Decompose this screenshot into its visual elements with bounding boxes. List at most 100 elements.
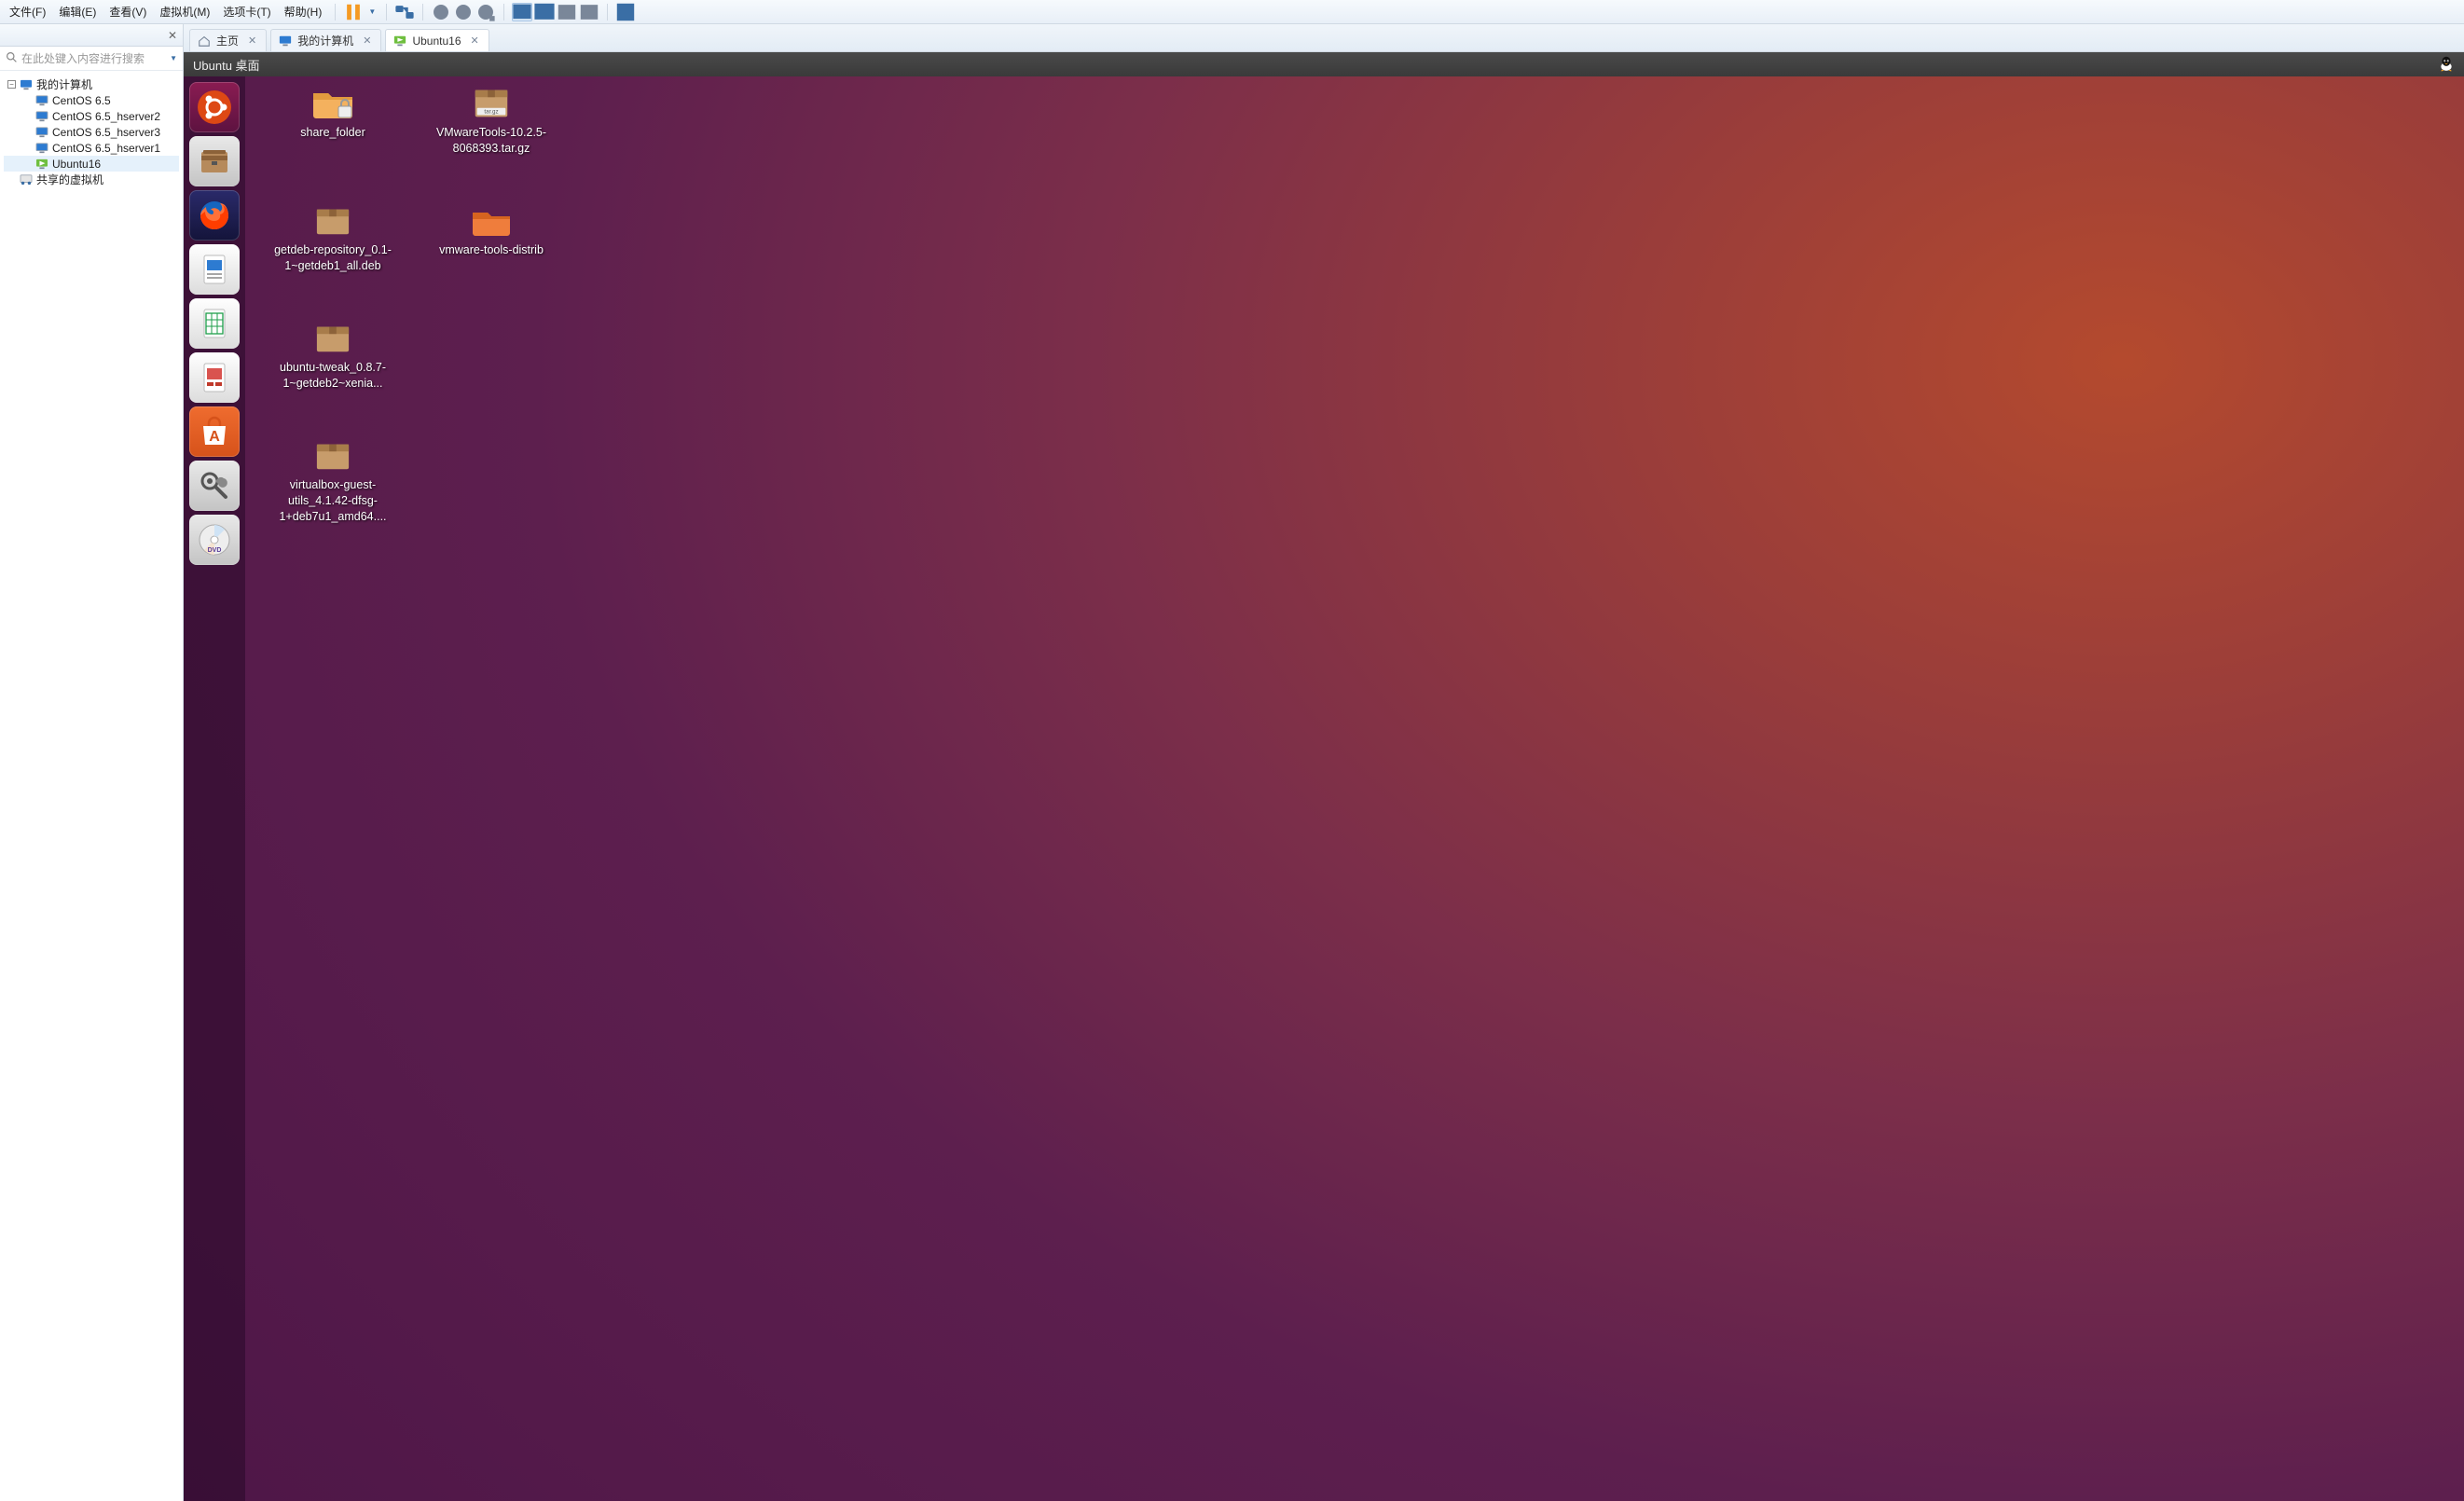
folder-icon [469, 201, 514, 239]
launcher-writer[interactable] [189, 244, 240, 295]
desktop-item-label: VMwareTools-10.2.5-8068393.tar.gz [421, 125, 561, 157]
close-icon[interactable]: ✕ [248, 34, 256, 47]
firefox-icon [196, 197, 233, 234]
launcher-dash[interactable] [189, 82, 240, 132]
desktop-item-virtualbox-guest-utils[interactable]: virtualbox-guest-utils_4.1.42-dfsg-1+deb… [258, 436, 407, 548]
tree-root-shared[interactable]: 共享的虚拟机 [4, 172, 179, 187]
vm-view: Ubuntu 桌面 [184, 52, 2464, 1501]
desktop-item-vmwaretools-targz[interactable]: tar.gz VMwareTools-10.2.5-8068393.tar.gz [417, 84, 566, 196]
launcher-impress[interactable] [189, 352, 240, 403]
tab-my-computer[interactable]: 我的计算机 ✕ [270, 29, 381, 51]
search-input[interactable] [21, 52, 166, 65]
unity-launcher: A DVD [184, 76, 245, 1501]
tree-label: 我的计算机 [36, 76, 92, 92]
tree-vm-hserver2[interactable]: CentOS 6.5_hserver2 [4, 108, 179, 124]
launcher-files[interactable] [189, 136, 240, 186]
send-keys-button[interactable] [394, 3, 415, 21]
close-icon[interactable]: ✕ [363, 34, 371, 47]
launcher-settings[interactable] [189, 461, 240, 511]
tab-label: 主页 [216, 33, 239, 48]
tab-label: 我的计算机 [297, 33, 353, 48]
launcher-software[interactable]: A [189, 406, 240, 457]
snapshot-revert-button[interactable] [453, 3, 474, 21]
vm-icon [35, 127, 48, 138]
desktop-item-label: ubuntu-tweak_0.8.7-1~getdeb2~xenia... [263, 360, 403, 392]
tree-label: CentOS 6.5_hserver2 [52, 110, 160, 123]
tree-label: CentOS 6.5 [52, 94, 111, 107]
computer-icon [20, 79, 33, 90]
tree-vm-centos65[interactable]: CentOS 6.5 [4, 92, 179, 108]
close-icon[interactable]: ✕ [471, 34, 479, 47]
guest-title: Ubuntu 桌面 [193, 56, 260, 74]
tree-label: CentOS 6.5_hserver1 [52, 142, 160, 155]
svg-text:DVD: DVD [208, 547, 222, 554]
desktop-item-getdeb-repository[interactable]: getdeb-repository_0.1-1~getdeb1_all.deb [258, 201, 407, 313]
launcher-dvd[interactable]: DVD [189, 515, 240, 565]
menu-file[interactable]: 文件(F) [4, 2, 51, 21]
vm-icon [35, 111, 48, 122]
desktop-icons: share_folder tar.gz VMwareTools-10.2.5-8… [258, 84, 2464, 1501]
tree-vm-ubuntu16[interactable]: Ubuntu16 [4, 156, 179, 172]
separator [503, 4, 504, 21]
package-icon [310, 436, 355, 474]
view-stretch-button[interactable] [557, 3, 577, 21]
tree-label: 共享的虚拟机 [36, 172, 103, 187]
desktop-item-label: share_folder [300, 125, 365, 141]
ubuntu-desktop[interactable]: A DVD share_folder [184, 76, 2464, 1501]
collapse-icon [7, 175, 16, 184]
content-area: 主页 ✕ 我的计算机 ✕ Ubuntu16 ✕ Ubuntu 桌面 [184, 24, 2464, 1501]
pause-button[interactable] [343, 3, 364, 21]
collapse-icon[interactable]: − [7, 80, 16, 89]
view-thumbnail-button[interactable] [534, 3, 555, 21]
tree-root-mypc[interactable]: − 我的计算机 [4, 76, 179, 92]
view-console-button[interactable] [512, 3, 532, 21]
separator [607, 4, 608, 21]
launcher-calc[interactable] [189, 298, 240, 349]
desktop-item-share-folder[interactable]: share_folder [258, 84, 407, 196]
view-fullscreen-button[interactable] [615, 3, 636, 21]
spreadsheet-icon [196, 305, 233, 342]
separator [386, 4, 387, 21]
snapshot-take-button[interactable] [431, 3, 451, 21]
desktop-item-label: virtualbox-guest-utils_4.1.42-dfsg-1+deb… [263, 477, 403, 525]
vm-icon [35, 143, 48, 154]
launcher-firefox[interactable] [189, 190, 240, 241]
menu-vm[interactable]: 虚拟机(M) [154, 2, 215, 21]
svg-text:tar.gz: tar.gz [484, 109, 498, 116]
tree-vm-hserver1[interactable]: CentOS 6.5_hserver1 [4, 140, 179, 156]
ubuntu-logo-icon [196, 89, 233, 126]
presentation-icon [196, 359, 233, 396]
tux-icon [2438, 55, 2455, 75]
library-header: ✕ [0, 24, 183, 47]
menu-tabs[interactable]: 选项卡(T) [217, 2, 276, 21]
tree-label: Ubuntu16 [52, 158, 101, 171]
files-icon [196, 143, 233, 180]
document-icon [196, 251, 233, 288]
desktop-item-vmware-tools-distrib[interactable]: vmware-tools-distrib [417, 201, 566, 313]
close-icon[interactable]: ✕ [168, 29, 177, 42]
desktop-item-label: vmware-tools-distrib [439, 242, 544, 258]
menu-view[interactable]: 查看(V) [103, 2, 152, 21]
desktop-item-label: getdeb-repository_0.1-1~getdeb1_all.deb [263, 242, 403, 274]
vm-running-icon [35, 158, 48, 170]
menu-help[interactable]: 帮助(H) [279, 2, 328, 21]
shopping-bag-icon: A [196, 413, 233, 450]
gear-wrench-icon [196, 467, 233, 504]
view-unity-button[interactable] [579, 3, 599, 21]
separator [422, 4, 423, 21]
tree-vm-hserver3[interactable]: CentOS 6.5_hserver3 [4, 124, 179, 140]
vmware-menubar: 文件(F) 编辑(E) 查看(V) 虚拟机(M) 选项卡(T) 帮助(H) ▼ [0, 0, 2464, 24]
tab-strip: 主页 ✕ 我的计算机 ✕ Ubuntu16 ✕ [184, 24, 2464, 52]
search-dropdown-icon[interactable]: ▼ [170, 54, 177, 62]
search-icon [6, 51, 18, 66]
tab-home[interactable]: 主页 ✕ [189, 29, 267, 51]
library-tree: − 我的计算机 CentOS 6.5 CentOS 6.5_hserver2 C… [0, 71, 183, 1501]
locked-folder-icon [310, 84, 355, 121]
snapshot-manager-button[interactable] [475, 3, 496, 21]
svg-text:A: A [209, 429, 220, 445]
desktop-item-ubuntu-tweak[interactable]: ubuntu-tweak_0.8.7-1~getdeb2~xenia... [258, 319, 407, 431]
menu-edit[interactable]: 编辑(E) [53, 2, 102, 21]
power-dropdown[interactable]: ▼ [365, 7, 379, 16]
tree-label: CentOS 6.5_hserver3 [52, 126, 160, 139]
tab-ubuntu16[interactable]: Ubuntu16 ✕ [385, 29, 489, 51]
